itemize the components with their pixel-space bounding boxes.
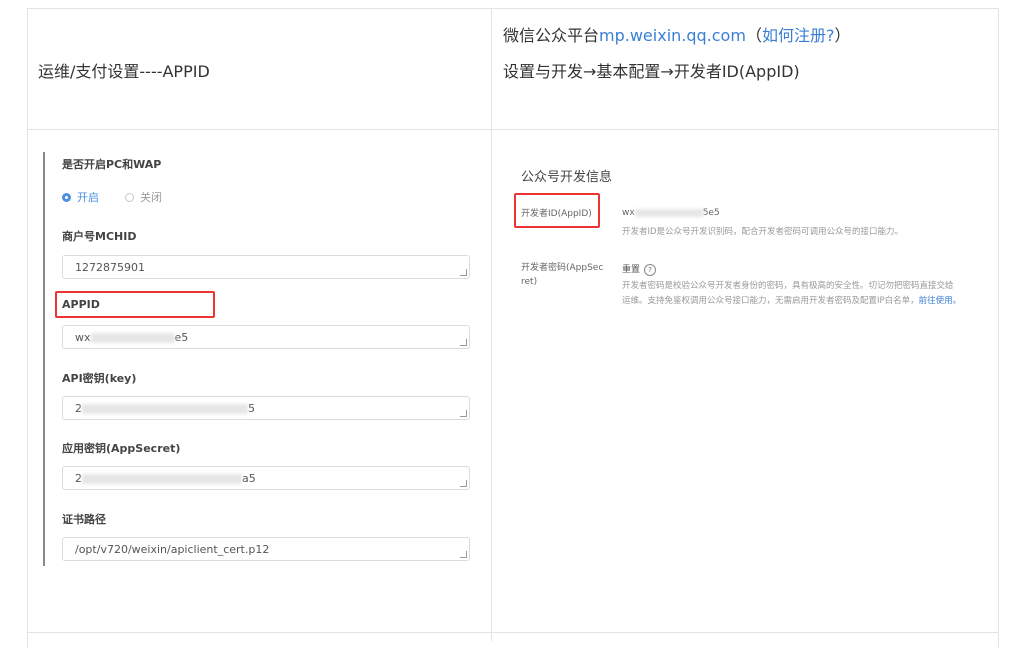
radio-on-label: 开启 bbox=[77, 191, 99, 204]
appid-input[interactable]: wx e5 bbox=[62, 325, 470, 349]
wechat-dev-info-panel: 公众号开发信息 开发者ID(AppID) wx 5e5 开发者ID是公众号开发识别… bbox=[504, 140, 992, 340]
table-bottom-divider bbox=[27, 632, 998, 633]
radio-on[interactable]: 开启 bbox=[62, 189, 99, 205]
apikey-suffix: 5 bbox=[248, 402, 255, 415]
appsecret-label: 应用密钥(AppSecret) bbox=[62, 442, 181, 455]
right-header-line2: 设置与开发→基本配置→开发者ID(AppID) bbox=[503, 62, 800, 81]
secret-desc-line2: 运维。支持免鉴权调用公众号接口能力，无需启用开发者密码及配置IP白名单，前往使用… bbox=[622, 294, 961, 309]
radio-off[interactable]: 关闭 bbox=[125, 189, 162, 205]
appsecret-input[interactable]: 2 a5 bbox=[62, 466, 470, 490]
platform-link[interactable]: mp.weixin.qq.com bbox=[599, 26, 746, 45]
devid-prefix: wx bbox=[622, 208, 635, 218]
appsecret-suffix: a5 bbox=[242, 472, 256, 485]
cert-value: /opt/v720/weixin/apiclient_cert.p12 bbox=[75, 543, 270, 556]
cert-path-input[interactable]: /opt/v720/weixin/apiclient_cert.p12 bbox=[62, 537, 470, 561]
goto-use-link[interactable]: 前往使用。 bbox=[919, 296, 962, 306]
appid-prefix: wx bbox=[75, 331, 91, 344]
secret-desc-line1: 开发者密码是校验公众号开发者身份的密码，具有极高的安全性。切记勿把密码直接交给 bbox=[622, 281, 954, 291]
secret-desc-line2-text: 运维。支持免鉴权调用公众号接口能力，无需启用开发者密码及配置IP白名单， bbox=[622, 296, 919, 306]
paren-close: ） bbox=[834, 26, 851, 45]
devid-value: wx 5e5 bbox=[622, 208, 720, 218]
dev-info-title: 公众号开发信息 bbox=[521, 170, 613, 185]
devid-desc: 开发者ID是公众号开发识别码，配合开发者密码可调用公众号的接口能力。 bbox=[622, 227, 904, 237]
resize-grip-icon[interactable] bbox=[460, 269, 467, 276]
redacted-blur bbox=[90, 333, 175, 343]
cert-label: 证书路径 bbox=[62, 513, 106, 526]
secret-label-line2: ret) bbox=[521, 277, 538, 287]
help-icon[interactable]: ? bbox=[644, 263, 657, 276]
right-header-line1: 微信公众平台mp.weixin.qq.com（如何注册?） bbox=[503, 22, 850, 46]
table-row-divider bbox=[27, 129, 998, 130]
secret-label-line1: 开发者密码(AppSec bbox=[521, 263, 604, 273]
radio-off-label: 关闭 bbox=[140, 191, 162, 204]
apikey-prefix: 2 bbox=[75, 402, 82, 415]
appid-suffix: e5 bbox=[174, 331, 189, 344]
secret-label: 开发者密码(AppSec ret) bbox=[521, 261, 603, 289]
mchid-value: 1272875901 bbox=[75, 261, 145, 274]
platform-name: 微信公众平台 bbox=[503, 26, 600, 45]
resize-grip-icon[interactable] bbox=[460, 551, 467, 558]
pc-wap-label: 是否开启PC和WAP bbox=[62, 158, 162, 171]
resize-grip-icon[interactable] bbox=[460, 480, 467, 487]
mchid-input[interactable]: 1272875901 bbox=[62, 255, 470, 279]
radio-selected-icon bbox=[62, 192, 71, 202]
apikey-label: API密钥(key) bbox=[62, 372, 137, 385]
apikey-input[interactable]: 25 bbox=[62, 396, 470, 420]
devid-highlight-box bbox=[514, 193, 600, 228]
mchid-label: 商户号MCHID bbox=[62, 230, 137, 243]
paren-open: （ bbox=[745, 26, 762, 45]
reset-link[interactable]: 重置 bbox=[622, 265, 640, 275]
redacted-blur bbox=[82, 474, 242, 484]
payment-settings-form: 是否开启PC和WAP 开启 关闭 商户号MCHID 1272875901 APP… bbox=[43, 152, 485, 566]
table-column-divider bbox=[491, 8, 492, 641]
register-link[interactable]: 如何注册? bbox=[762, 26, 835, 45]
secret-actions: 重置? bbox=[622, 262, 657, 276]
devid-suffix: 5e5 bbox=[702, 208, 720, 218]
appsecret-prefix: 2 bbox=[75, 472, 82, 485]
radio-unselected-icon bbox=[125, 192, 134, 202]
redacted-blur bbox=[634, 208, 703, 217]
left-header-cell: 运维/支付设置----APPID bbox=[38, 62, 210, 81]
table-top-border bbox=[27, 8, 998, 9]
resize-grip-icon[interactable] bbox=[460, 339, 467, 346]
resize-grip-icon[interactable] bbox=[460, 410, 467, 417]
redacted-blur bbox=[82, 404, 248, 414]
appid-highlight-box bbox=[55, 291, 215, 318]
